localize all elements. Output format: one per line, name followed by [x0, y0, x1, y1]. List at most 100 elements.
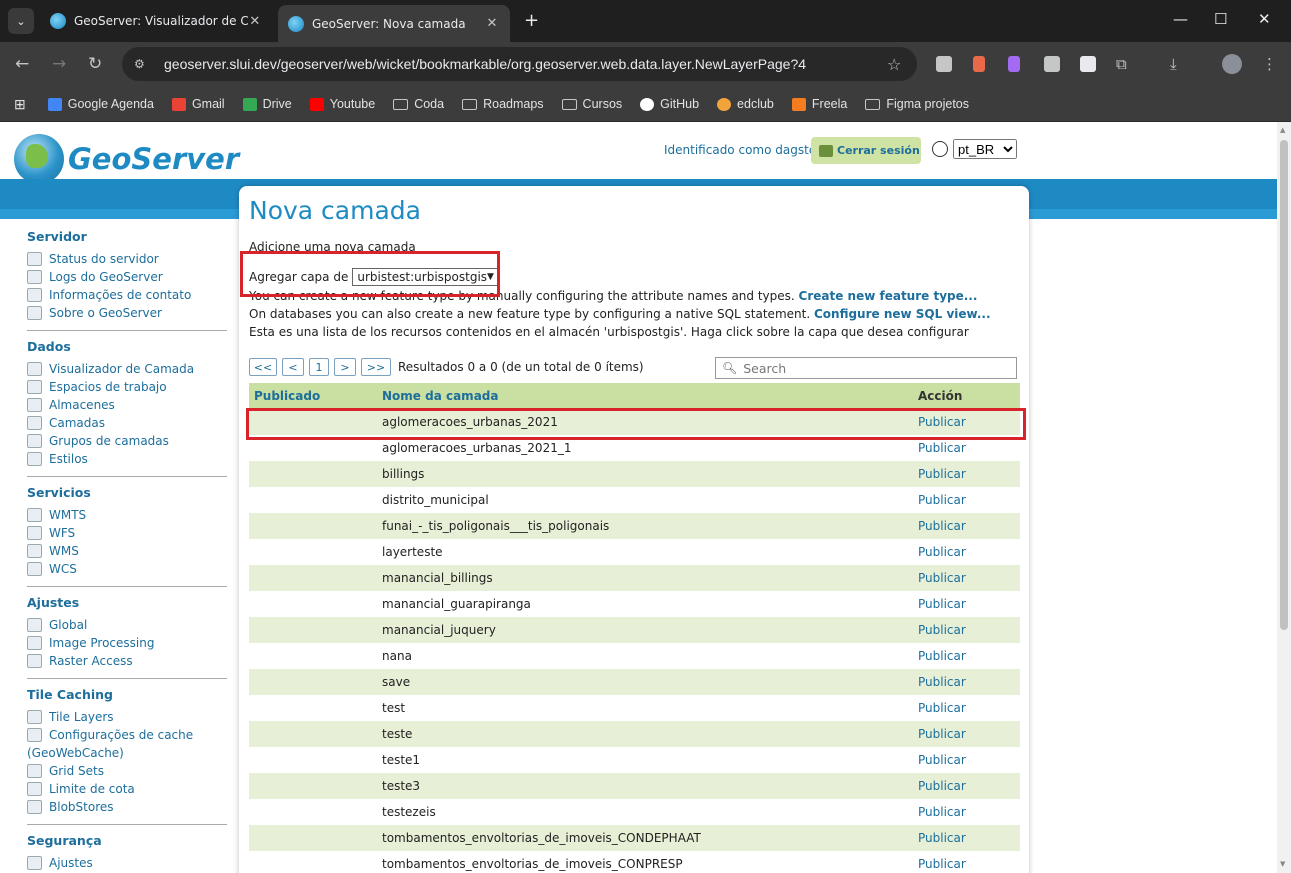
publish-link[interactable]: Publicar: [918, 493, 966, 507]
menu-kebab-icon[interactable]: ⋮: [1262, 55, 1277, 73]
tab-search-button[interactable]: ⌄: [8, 8, 34, 34]
publish-link[interactable]: Publicar: [918, 623, 966, 637]
bookmark-google-agenda[interactable]: Google Agenda: [47, 97, 154, 111]
sidebar-item-image-processing[interactable]: Image Processing: [27, 634, 227, 652]
create-feature-type-link[interactable]: Create new feature type...: [799, 289, 978, 303]
bookmark-youtube[interactable]: Youtube: [309, 97, 375, 111]
sidebar-item-raster-access[interactable]: Raster Access: [27, 652, 227, 670]
table-row: teste1 Publicar: [249, 747, 1020, 773]
sidebar-item-espacios-de-trabajo[interactable]: Espacios de trabajo: [27, 378, 227, 396]
sidebar-item-grid-sets[interactable]: Grid Sets: [27, 762, 227, 780]
next-page-button[interactable]: >: [334, 358, 356, 376]
sidebar-item-estilos[interactable]: Estilos: [27, 450, 227, 468]
apps-grid-icon[interactable]: ⊞: [14, 96, 26, 113]
bookmark-cursos[interactable]: Cursos: [561, 97, 622, 111]
address-bar[interactable]: ⚙ geoserver.slui.dev/geoserver/web/wicke…: [122, 47, 917, 81]
sidebar-item-geowebcache[interactable]: (GeoWebCache): [27, 744, 227, 762]
sidebar-item-almacenes[interactable]: Almacenes: [27, 396, 227, 414]
new-tab-button[interactable]: +: [524, 10, 539, 31]
bookmark-figma-projetos[interactable]: Figma projetos: [865, 97, 969, 111]
extensions-puzzle-icon[interactable]: ⧉: [1116, 55, 1127, 73]
publish-link[interactable]: Publicar: [918, 779, 966, 793]
configure-sql-view-link[interactable]: Configure new SQL view...: [814, 307, 991, 321]
sidebar-item-visualizador-de-camada[interactable]: Visualizador de Camada: [27, 360, 227, 378]
publish-link[interactable]: Publicar: [918, 649, 966, 663]
sidebar-item-icon: [27, 362, 42, 376]
publish-link[interactable]: Publicar: [918, 597, 966, 611]
language-select[interactable]: pt_BR: [953, 139, 1017, 159]
reload-icon[interactable]: ↻: [88, 54, 102, 74]
page-scrollbar[interactable]: ▲ ▼: [1277, 122, 1291, 873]
sidebar-item-icon: [27, 618, 42, 632]
sidebar-item-limite-de-cota[interactable]: Limite de cota: [27, 780, 227, 798]
sidebar-item-tile-layers[interactable]: Tile Layers: [27, 708, 227, 726]
forward-icon[interactable]: →: [52, 54, 66, 74]
geoserver-logo[interactable]: GeoServer: [14, 134, 239, 184]
last-page-button[interactable]: >>: [361, 358, 391, 376]
search-input[interactable]: 🔍︎ Search: [715, 357, 1017, 379]
bookmark-gmail[interactable]: Gmail: [171, 97, 225, 111]
publish-link[interactable]: Publicar: [918, 753, 966, 767]
publish-link[interactable]: Publicar: [918, 441, 966, 455]
sidebar-item-global[interactable]: Global: [27, 616, 227, 634]
logout-button[interactable]: Cerrar sesión: [811, 137, 921, 164]
download-icon[interactable]: ⤓: [1170, 55, 1177, 73]
bookmark-drive[interactable]: Drive: [242, 97, 292, 111]
sidebar-item-camadas[interactable]: Camadas: [27, 414, 227, 432]
sidebar-item-ajustes[interactable]: Ajustes: [27, 854, 227, 872]
page-1-button[interactable]: 1: [309, 358, 329, 376]
sidebar-item-blobstores[interactable]: BlobStores: [27, 798, 227, 816]
sidebar-item-wcs[interactable]: WCS: [27, 560, 227, 578]
sidebar-item-status-do-servidor[interactable]: Status do servidor: [27, 250, 227, 268]
shield-extension-icon[interactable]: [936, 56, 952, 72]
hex-extension-icon[interactable]: [1044, 56, 1060, 72]
sidebar-item-configura-es-de-cache[interactable]: Configurações de cache: [27, 726, 227, 744]
prev-page-button[interactable]: <: [282, 358, 304, 376]
column-layer-name[interactable]: Nome da camada: [382, 389, 918, 403]
publish-link[interactable]: Publicar: [918, 805, 966, 819]
scroll-up-icon[interactable]: ▲: [1280, 126, 1285, 134]
sidebar-item-logs-do-geoserver[interactable]: Logs do GeoServer: [27, 268, 227, 286]
window-extension-icon[interactable]: [1080, 56, 1096, 72]
publish-link[interactable]: Publicar: [918, 701, 966, 715]
bookmark-freela[interactable]: Freela: [791, 97, 847, 111]
sidebar-item-grupos-de-camadas[interactable]: Grupos de camadas: [27, 432, 227, 450]
sidebar-item-wmts[interactable]: WMTS: [27, 506, 227, 524]
publish-link[interactable]: Publicar: [918, 467, 966, 481]
bookmark-roadmaps[interactable]: Roadmaps: [462, 97, 544, 111]
first-page-button[interactable]: <<: [249, 358, 277, 376]
publish-link[interactable]: Publicar: [918, 675, 966, 689]
publish-link[interactable]: Publicar: [918, 519, 966, 533]
sidebar-item-sobre-o-geoserver[interactable]: Sobre o GeoServer: [27, 304, 227, 322]
profile-avatar[interactable]: [1222, 54, 1242, 74]
feather-extension-icon[interactable]: [1008, 56, 1020, 72]
bookmark-edclub[interactable]: edclub: [717, 97, 774, 111]
bookmark-star-icon[interactable]: ☆: [887, 55, 917, 74]
back-icon[interactable]: ←: [15, 54, 29, 74]
bookmark-coda[interactable]: Coda: [393, 97, 444, 111]
bookmark-github[interactable]: GitHub: [640, 97, 699, 111]
publish-link[interactable]: Publicar: [918, 545, 966, 559]
publish-link[interactable]: Publicar: [918, 727, 966, 741]
minimize-icon[interactable]: —: [1173, 10, 1188, 28]
column-published[interactable]: Publicado: [249, 389, 382, 403]
close-tab-icon[interactable]: ✕: [484, 16, 500, 31]
publish-link[interactable]: Publicar: [918, 571, 966, 585]
pen-extension-icon[interactable]: [973, 56, 985, 72]
publish-link[interactable]: Publicar: [918, 831, 966, 845]
sidebar-item-wms[interactable]: WMS: [27, 542, 227, 560]
url-text[interactable]: geoserver.slui.dev/geoserver/web/wicket/…: [164, 56, 887, 72]
publish-link[interactable]: Publicar: [918, 857, 966, 871]
browser-tab-nova-camada[interactable]: GeoServer: Nova camada ✕: [278, 5, 510, 42]
browser-tab-visualizador[interactable]: GeoServer: Visualizador de Cam ✕: [40, 5, 272, 37]
sidebar-item-informa-es-de-contato[interactable]: Informações de contato: [27, 286, 227, 304]
layer-name-cell: save: [382, 675, 411, 689]
layer-name-cell: aglomeracoes_urbanas_2021_1: [382, 441, 572, 455]
maximize-icon[interactable]: ☐: [1214, 10, 1227, 28]
close-window-icon[interactable]: ✕: [1258, 10, 1271, 28]
sidebar-item-wfs[interactable]: WFS: [27, 524, 227, 542]
close-tab-icon[interactable]: ✕: [248, 14, 262, 29]
scroll-down-icon[interactable]: ▼: [1280, 860, 1285, 868]
scrollbar-thumb[interactable]: [1280, 140, 1288, 630]
site-info-icon[interactable]: ⚙: [134, 57, 154, 71]
